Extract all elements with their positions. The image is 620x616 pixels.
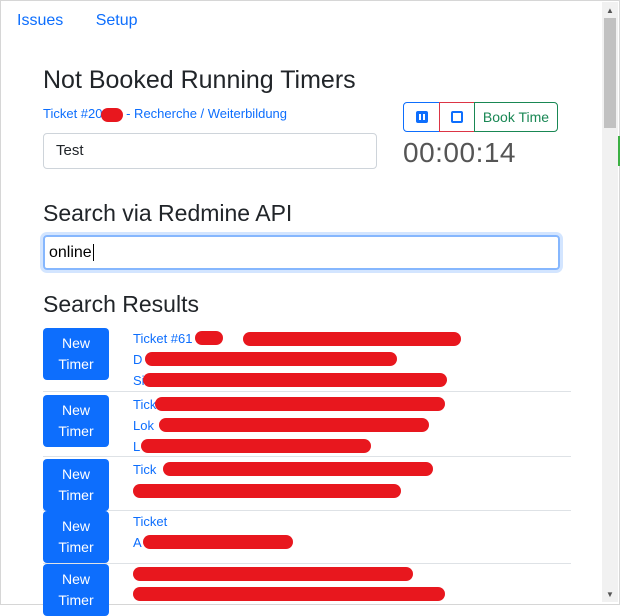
redaction-mark	[143, 373, 447, 387]
timers-title: Not Booked Running Timers	[43, 66, 356, 94]
search-query: online	[49, 244, 92, 261]
result-line: D	[133, 352, 143, 367]
result-link[interactable]: Ticket A	[133, 511, 503, 553]
ticket-suffix: - Recherche / Weiterbildung	[122, 106, 288, 121]
new-timer-label: New	[61, 518, 90, 534]
elapsed-timer: 00:00:14	[403, 137, 516, 168]
timer-note-input[interactable]: Test	[43, 133, 377, 169]
new-timer-label: Timer	[58, 423, 94, 439]
ticket-prefix: Ticket #20	[43, 106, 103, 121]
redaction-mark	[133, 484, 401, 498]
scroll-down-icon[interactable]: ▼	[602, 586, 618, 602]
redaction-mark	[133, 567, 413, 581]
new-timer-button[interactable]: New Timer	[43, 459, 109, 511]
result-link[interactable]: Tick Lok L	[133, 394, 503, 457]
redaction-mark	[155, 397, 445, 411]
result-row: New Timer Ticket #61 D Si	[43, 325, 571, 392]
new-timer-label: New	[61, 466, 90, 482]
redaction-mark	[100, 107, 123, 122]
result-row: New Timer Ticket A	[43, 511, 571, 564]
redaction-mark	[141, 439, 371, 453]
result-row: New Timer Tick	[43, 457, 571, 511]
results-title: Search Results	[43, 291, 199, 317]
vertical-scrollbar[interactable]: ▲ ▼	[602, 2, 618, 602]
redaction-mark	[195, 331, 223, 345]
new-timer-label: New	[61, 402, 90, 418]
redaction-mark	[243, 332, 461, 346]
result-line: Tick	[133, 462, 157, 477]
scroll-up-icon[interactable]: ▲	[602, 2, 618, 18]
running-ticket-link[interactable]: Ticket #20 - Recherche / Weiterbildung	[43, 106, 287, 122]
search-title: Search via Redmine API	[43, 200, 293, 226]
result-line: Lok	[133, 418, 154, 433]
new-timer-button[interactable]: New Timer	[43, 328, 109, 380]
top-nav: Issues Setup	[17, 12, 166, 30]
redaction-mark	[145, 352, 397, 366]
timer-controls: Book Time	[403, 102, 558, 132]
result-link[interactable]: Ticket #61 D Si	[133, 328, 503, 391]
result-line: A	[133, 535, 142, 550]
book-time-button[interactable]: Book Time	[474, 102, 558, 132]
redaction-mark	[133, 587, 445, 601]
search-input[interactable]: online	[43, 235, 560, 270]
new-timer-label: Timer	[58, 487, 94, 503]
stop-button[interactable]	[439, 102, 475, 132]
pause-button[interactable]	[403, 102, 440, 132]
result-line: Ticket	[133, 514, 168, 529]
nav-issues[interactable]: Issues	[17, 12, 63, 29]
result-line: L	[133, 439, 141, 454]
result-row: New Timer Tick Lok L	[43, 392, 571, 457]
nav-setup[interactable]: Setup	[96, 12, 138, 29]
result-line: Tick	[133, 397, 157, 412]
new-timer-label: Timer	[58, 356, 94, 372]
pause-icon	[415, 111, 428, 123]
new-timer-button[interactable]: New Timer	[43, 395, 109, 447]
scroll-thumb[interactable]	[604, 18, 616, 128]
result-link[interactable]: Tick	[133, 459, 503, 501]
result-row: New Timer	[43, 564, 571, 616]
stop-icon	[451, 111, 463, 123]
new-timer-button[interactable]: New Timer	[43, 564, 109, 616]
new-timer-label: Timer	[58, 592, 94, 608]
result-line: Ticket #61	[133, 331, 193, 346]
new-timer-label: New	[61, 571, 90, 587]
new-timer-label: New	[61, 335, 90, 351]
result-link[interactable]	[133, 564, 503, 606]
redaction-mark	[163, 462, 433, 476]
redaction-mark	[159, 418, 429, 432]
redaction-mark	[143, 535, 293, 549]
new-timer-label: Timer	[58, 539, 94, 555]
text-caret	[92, 244, 94, 262]
new-timer-button[interactable]: New Timer	[43, 511, 109, 563]
